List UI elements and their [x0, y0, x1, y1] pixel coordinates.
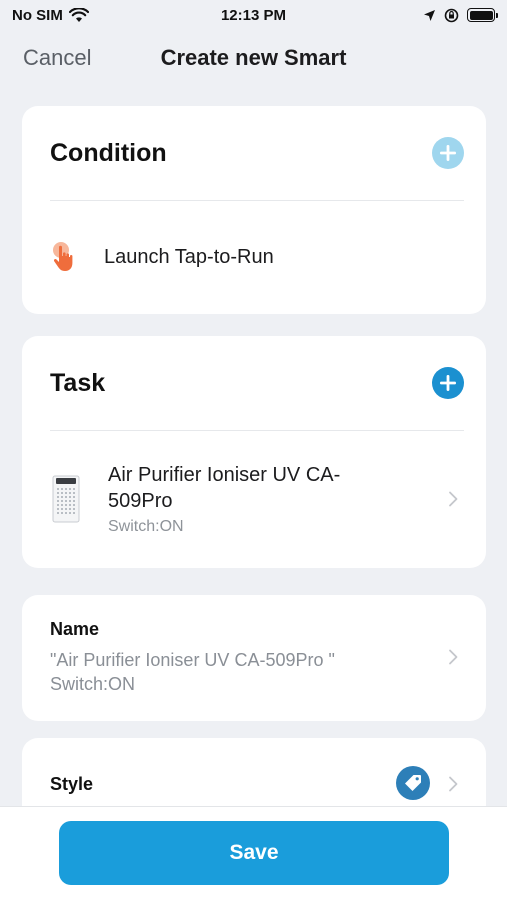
chevron-right-icon: [449, 776, 458, 792]
cancel-button[interactable]: Cancel: [23, 45, 91, 71]
add-condition-button[interactable]: [432, 137, 464, 169]
nav-bar: Cancel Create new Smart: [0, 36, 507, 80]
carrier-label: No SIM: [12, 6, 63, 24]
status-left: No SIM: [12, 7, 89, 24]
condition-card: Condition Launch Tap-to-Run: [22, 106, 486, 314]
style-tag-badge: [396, 766, 430, 800]
status-bar: No SIM 12:13 PM: [0, 0, 507, 30]
plus-circle-icon: [432, 137, 464, 169]
name-field-label: Name: [50, 619, 100, 639]
page-title-text: Create new Smart: [160, 45, 347, 70]
tap-hand-icon: [53, 242, 73, 271]
task-item-status: Switch:ON: [108, 518, 184, 535]
plus-circle-icon: [432, 367, 464, 399]
condition-item-label: Launch Tap-to-Run: [104, 245, 274, 268]
status-right: [423, 8, 498, 23]
task-item-name: Air Purifier Ioniser UV CA-509Pro: [108, 464, 341, 512]
location-arrow-icon: [424, 9, 435, 21]
task-item-air-purifier[interactable]: Air Purifier Ioniser UV CA-509Pro Switch…: [22, 431, 486, 567]
battery-level: [469, 10, 493, 20]
task-item-texts: Air Purifier Ioniser UV CA-509Pro Switch…: [108, 462, 348, 536]
chevron-right-icon: [449, 491, 458, 507]
screen-lock-icon: [444, 8, 459, 22]
name-field-inner: Name "Air Purifier Ioniser UV CA-509Pro …: [22, 595, 486, 721]
name-field-value: "Air Purifier Ioniser UV CA-509Pro " Swi…: [50, 650, 335, 694]
save-button[interactable]: Save: [59, 821, 449, 885]
style-field-label: Style: [50, 773, 94, 794]
condition-header: Condition: [22, 106, 486, 200]
condition-item-tap-to-run[interactable]: Launch Tap-to-Run: [22, 201, 486, 313]
task-header: Task: [22, 336, 486, 430]
task-title: Task: [50, 368, 106, 397]
chevron-right-icon: [449, 649, 458, 665]
bottom-bar: Save: [0, 806, 507, 900]
battery-icon: [467, 8, 498, 22]
air-purifier-icon: [52, 475, 80, 523]
condition-title: Condition: [50, 138, 167, 167]
name-field[interactable]: Name "Air Purifier Ioniser UV CA-509Pro …: [22, 595, 486, 721]
tag-icon: [405, 775, 421, 791]
add-task-button[interactable]: [432, 367, 464, 399]
wifi-icon: [68, 7, 89, 22]
task-card: Task Air Purifier Ioniser UV CA-509Pro S…: [22, 336, 486, 568]
